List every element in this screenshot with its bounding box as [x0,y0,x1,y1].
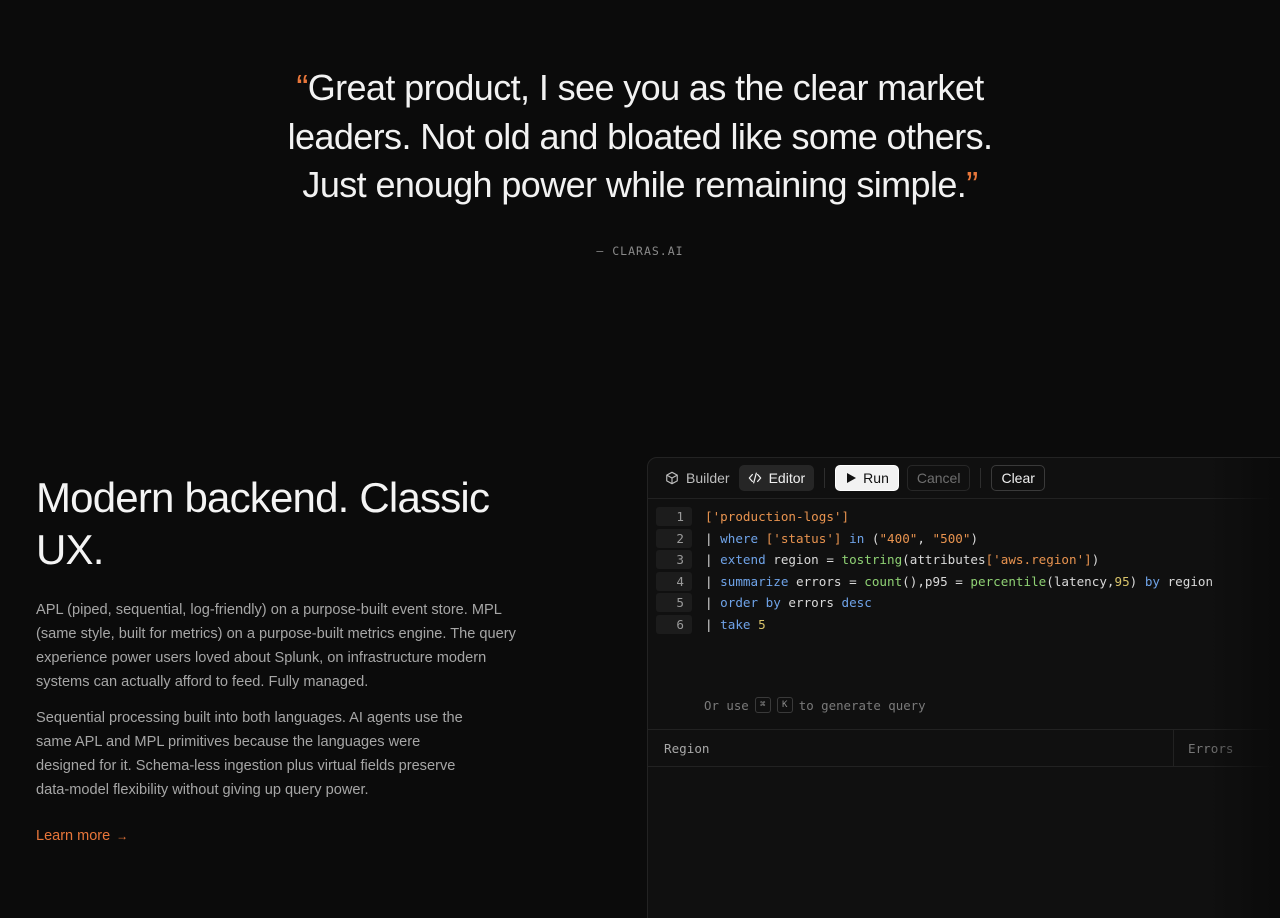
code-area[interactable]: 1 ['production-logs'] 2 | where ['status… [648,499,1280,713]
code-line: 4 | summarize errors = count (),p95 = per… [648,571,1280,593]
line-number: 6 [656,614,692,634]
testimonial-text: Great product, I see you as the clear ma… [287,67,993,205]
code-line: 5 | order by errors desc [648,592,1280,614]
line-number: 1 [656,507,692,527]
cancel-button[interactable]: Cancel [906,465,971,491]
k-key-icon: K [776,697,793,713]
arrow-right-icon: → [116,829,129,843]
testimonial-quote: “Great product, I see you as the clear m… [260,64,1020,210]
tab-builder-label: Builder [686,470,730,486]
toolbar-divider [824,468,826,488]
hint-suffix: to generate query [798,697,926,713]
code-icon [748,472,761,484]
editor-toolbar: Builder Editor Run Cancel Clear [648,458,1280,499]
cube-icon [666,471,678,485]
learn-more-label: Learn more [36,828,111,844]
code-line: 1 ['production-logs'] [648,506,1280,528]
query-editor-panel: Builder Editor Run Cancel Clear 1 ['prod… [647,457,1280,918]
line-number: 2 [656,528,692,548]
column-header-region[interactable]: Region [648,730,1174,766]
code-line: 2 | where ['status'] in ("400", "500") [648,528,1280,550]
hint-prefix: Or use [704,697,749,713]
play-icon [847,473,857,483]
line-number: 4 [656,571,692,591]
clear-button[interactable]: Clear [991,465,1045,491]
results-table: Region Errors [648,729,1280,767]
feature-title: Modern backend. Classic UX. [36,474,490,573]
close-quote-mark: ” [966,164,978,205]
run-button-label: Run [863,470,889,486]
open-quote-mark: “ [296,67,308,108]
line-number: 5 [656,593,692,613]
tab-editor[interactable]: Editor [738,465,815,491]
ai-query-hint: Or use ⌘ K to generate query [704,697,926,713]
learn-more-link[interactable]: Learn more → [36,828,128,844]
code-line: 6 | take 5 [648,614,1280,636]
run-button[interactable]: Run [835,465,899,491]
command-key-icon: ⌘ [754,697,771,713]
testimonial-attribution: — CLARAS.AI [596,243,684,258]
column-header-errors[interactable]: Errors [1174,741,1234,756]
feature-paragraph-2: Sequential processing built into both la… [36,710,463,798]
feature-section: Modern backend. Classic UX. APL (piped, … [36,472,556,845]
code-line: 3 | extend region = tostring (attributes[… [648,549,1280,571]
toolbar-divider [980,468,982,488]
feature-paragraph-1: APL (piped, sequential, log-friendly) on… [36,602,516,690]
tab-builder[interactable]: Builder [656,465,739,491]
tab-editor-label: Editor [768,470,806,486]
results-header: Region Errors [648,730,1280,767]
line-number: 3 [656,550,692,570]
page: “Great product, I see you as the clear m… [0,0,1280,918]
testimonial: “Great product, I see you as the clear m… [0,64,1280,258]
